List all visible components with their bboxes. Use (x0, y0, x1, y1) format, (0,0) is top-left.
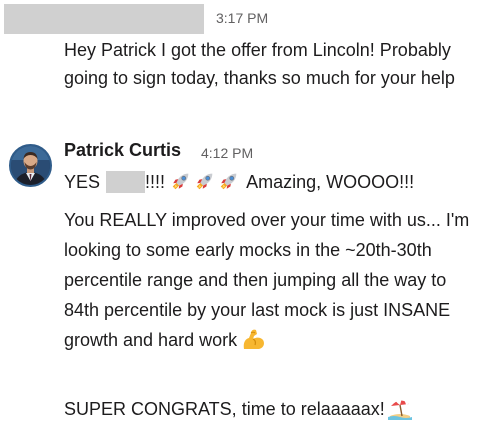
redacted-name-inline (106, 171, 146, 193)
message-2-paragraph-3: SUPER CONGRATS, time to relaaaaax! (64, 395, 479, 423)
message-1-timestamp[interactable]: 3:17 PM (216, 10, 268, 26)
rocket-icon (220, 173, 237, 190)
paragraph-3-text: SUPER CONGRATS, time to relaaaaax! (64, 399, 385, 419)
exclaim-text: !!!! (145, 172, 166, 192)
avatar-photo (11, 146, 50, 185)
message-2-paragraph-2: You REALLY improved over your time with … (64, 205, 479, 355)
amazing-text: Amazing, WOOOO!!! (246, 172, 415, 192)
message-1-text: Hey Patrick I got the offer from Lincoln… (64, 40, 455, 88)
avatar[interactable] (9, 144, 52, 187)
message-2-timestamp[interactable]: 4:12 PM (201, 145, 253, 161)
sender-name[interactable]: Patrick Curtis (64, 140, 181, 161)
redacted-sender-name (4, 4, 204, 34)
rocket-icon (172, 173, 189, 190)
beach-umbrella-icon (387, 399, 412, 420)
yes-text: YES (64, 172, 101, 192)
rocket-icon (196, 173, 213, 190)
message-2-line-1: YES!!!! Amazing, WOOOO!!! (64, 168, 479, 196)
flexed-biceps-icon (243, 329, 265, 349)
